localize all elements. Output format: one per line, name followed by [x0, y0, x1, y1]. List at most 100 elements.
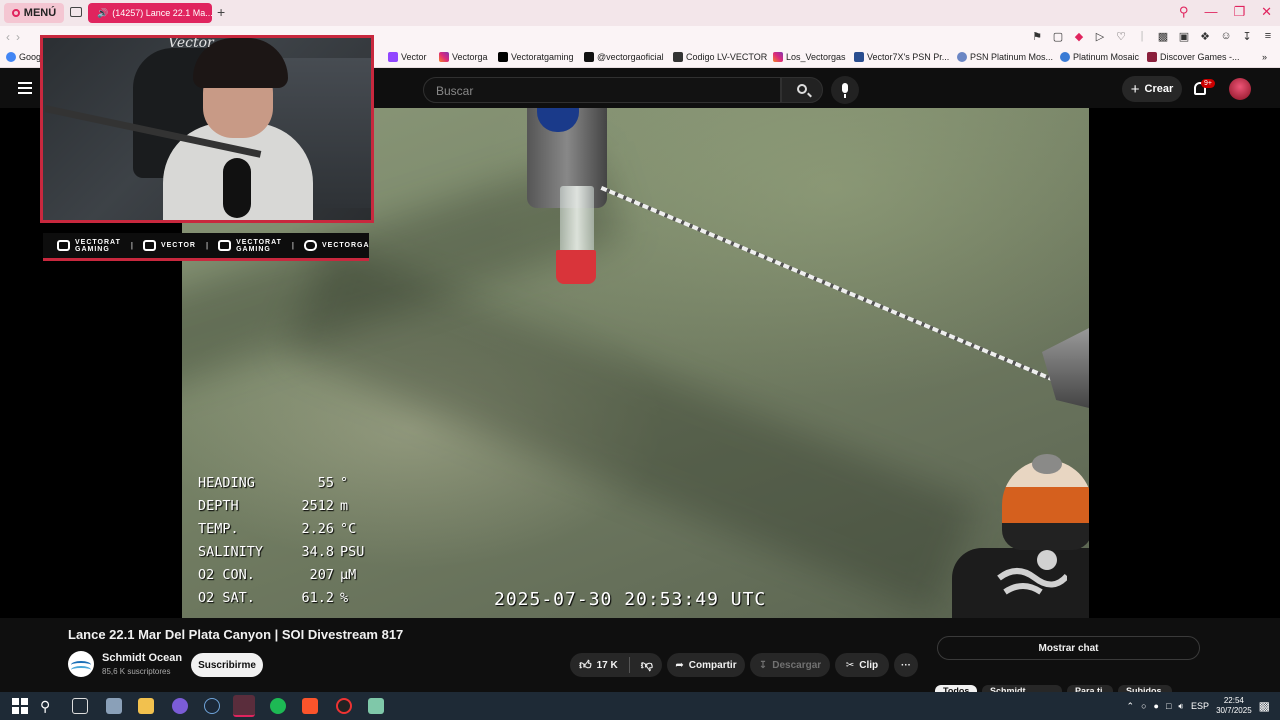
forward-icon[interactable]: ›: [16, 30, 26, 44]
bookmark-4[interactable]: @vectorgaoficial: [584, 52, 664, 62]
network-icon[interactable]: □: [1166, 701, 1171, 711]
search-button[interactable]: [781, 77, 823, 103]
bookmarks-overflow-icon[interactable]: »: [1262, 52, 1267, 62]
telemetry-label: HEADING: [198, 475, 255, 491]
bookmark-9[interactable]: Platinum Mosaic: [1060, 52, 1139, 62]
system-tray: ⌃ ○ ● □ 🔉︎ ESP 22:54 30/7/2025 ▩: [1127, 696, 1270, 716]
share-button[interactable]: ➦ Compartir: [667, 653, 745, 677]
bookmark-label: PSN Platinum Mos...: [970, 52, 1054, 62]
bookmark-3[interactable]: Vectoratgaming: [498, 52, 574, 62]
shield-icon[interactable]: ◆: [1073, 30, 1085, 43]
social-line: VECTORAT: [236, 238, 282, 246]
bookmark-0[interactable]: Goog: [6, 52, 41, 62]
restore-icon[interactable]: ❐: [1233, 4, 1245, 20]
easy-setup-icon[interactable]: ≡: [1262, 30, 1274, 43]
social-separator: |: [130, 241, 133, 250]
download-button[interactable]: ↧ Descargar: [750, 653, 830, 677]
bookmark-label: Discover Games -...: [1160, 52, 1240, 62]
search-input[interactable]: Buscar: [423, 77, 781, 103]
subscriber-count: 85,6 K suscriptores: [102, 667, 171, 676]
user-avatar[interactable]: [1229, 78, 1251, 100]
bookmark-label: Vector: [401, 52, 427, 62]
youtube-icon: [57, 240, 70, 251]
channel-name[interactable]: Schmidt Ocean: [102, 652, 182, 664]
voice-search-button[interactable]: [831, 76, 859, 104]
bookmark-8[interactable]: PSN Platinum Mos...: [957, 52, 1053, 62]
instagram-icon: [439, 52, 449, 62]
telemetry-label: TEMP.: [198, 521, 239, 537]
extension-d-icon[interactable]: ▩: [1157, 30, 1169, 43]
bookmark-2[interactable]: Vectorga: [439, 52, 488, 62]
telemetry-row: SALINITY 34.8 PSU: [198, 541, 364, 564]
discord-icon[interactable]: [172, 698, 188, 714]
profile-icon[interactable]: ☺: [1220, 30, 1232, 43]
search-tabs-icon[interactable]: ⚲: [1179, 4, 1189, 20]
show-chat-button[interactable]: Mostrar chat: [937, 636, 1200, 660]
games-icon: [1147, 52, 1157, 62]
social-twitter: VECTORAT GAMING: [218, 239, 282, 253]
browser-menu-button[interactable]: MENÚ: [4, 3, 64, 23]
notifications-icon[interactable]: ▩: [1259, 699, 1270, 713]
scissors-icon: ✂: [845, 659, 855, 671]
channel-avatar[interactable]: [68, 651, 94, 677]
like-count[interactable]: 17 K: [597, 660, 618, 671]
brave-icon[interactable]: [302, 698, 318, 714]
obs-icon[interactable]: [336, 698, 352, 714]
opera-gx-taskbar-icon[interactable]: [233, 695, 255, 717]
steam-icon[interactable]: [204, 698, 220, 714]
schmidt-ocean-watermark-icon: [997, 550, 1067, 595]
tray-app-icon[interactable]: ○: [1141, 701, 1146, 711]
social-line: VECTOR: [160, 242, 196, 249]
new-tab-button[interactable]: +: [217, 4, 225, 20]
spotify-icon[interactable]: [270, 698, 286, 714]
taskbar-clock[interactable]: 22:54 30/7/2025: [1216, 696, 1252, 716]
social-line: GAMING: [236, 245, 271, 253]
nav-arrows: ‹›: [6, 30, 26, 44]
telemetry-row: HEADING 55 °: [198, 472, 364, 495]
taskbar-app-icon[interactable]: [106, 698, 122, 714]
hamburger-menu-icon[interactable]: [18, 82, 32, 94]
windows-start-icon[interactable]: [12, 698, 28, 714]
more-actions-button[interactable]: ···: [894, 653, 918, 677]
clock-time: 22:54: [1223, 696, 1244, 705]
back-icon[interactable]: ‹: [6, 30, 16, 44]
search-icon: [797, 84, 807, 94]
bookmark-5[interactable]: Codigo LV-VECTOR: [673, 52, 767, 62]
streamer-webcam: Vector: [40, 35, 374, 223]
close-icon[interactable]: ✕: [1261, 4, 1272, 20]
telemetry-overlay: HEADING 55 ° DEPTH 2512 m TEMP. 2.26 °C SALINI…: [198, 472, 364, 610]
social-youtube: VECTORAT GAMING: [57, 239, 121, 253]
push-core-red-cap: [556, 250, 596, 284]
bookmark-10[interactable]: Discover Games -...: [1147, 52, 1240, 62]
tab-island-icon[interactable]: [70, 7, 82, 17]
bookmark-label: @vectorgaoficial: [597, 52, 664, 62]
subscribe-button[interactable]: Suscribirme: [191, 653, 263, 677]
tray-chevron-icon[interactable]: ⌃: [1127, 701, 1135, 712]
extension-frame-icon[interactable]: ▣: [1178, 30, 1190, 43]
task-view-icon[interactable]: [72, 698, 88, 714]
snapshot-icon[interactable]: ▢: [1052, 30, 1064, 43]
dislike-icon[interactable]: 👎︎: [641, 658, 653, 673]
social-twitch: VECTOR: [142, 240, 196, 251]
input-language[interactable]: ESP: [1191, 701, 1209, 711]
like-icon[interactable]: 👍︎: [579, 658, 592, 673]
bookmark-1[interactable]: Vector: [388, 52, 427, 62]
heart-icon[interactable]: ♡: [1115, 30, 1127, 43]
microphone-icon[interactable]: ●: [1154, 701, 1159, 711]
bookmark-6[interactable]: Los_Vectorgas: [773, 52, 846, 62]
puzzle-icon[interactable]: ❖: [1199, 30, 1211, 43]
gear-icon: [1060, 52, 1070, 62]
volume-icon[interactable]: 🔉︎: [1178, 701, 1184, 712]
pin-icon[interactable]: ⚑: [1031, 30, 1043, 43]
twitch-icon: [142, 240, 156, 251]
taskbar-app-icon[interactable]: [368, 698, 384, 714]
minimize-icon[interactable]: —: [1204, 4, 1217, 20]
bookmark-7[interactable]: Vector7X's PSN Pr...: [854, 52, 949, 62]
clip-button[interactable]: ✂ Clip: [835, 653, 889, 677]
taskbar-search-icon[interactable]: ⚲: [40, 698, 56, 714]
download-icon[interactable]: ↧: [1241, 30, 1253, 43]
file-explorer-icon[interactable]: [138, 698, 154, 714]
create-button[interactable]: + Crear: [1122, 76, 1182, 102]
active-tab[interactable]: 🔊 (14257) Lance 22.1 Ma...: [88, 3, 212, 23]
play-icon[interactable]: ▷: [1094, 30, 1106, 43]
